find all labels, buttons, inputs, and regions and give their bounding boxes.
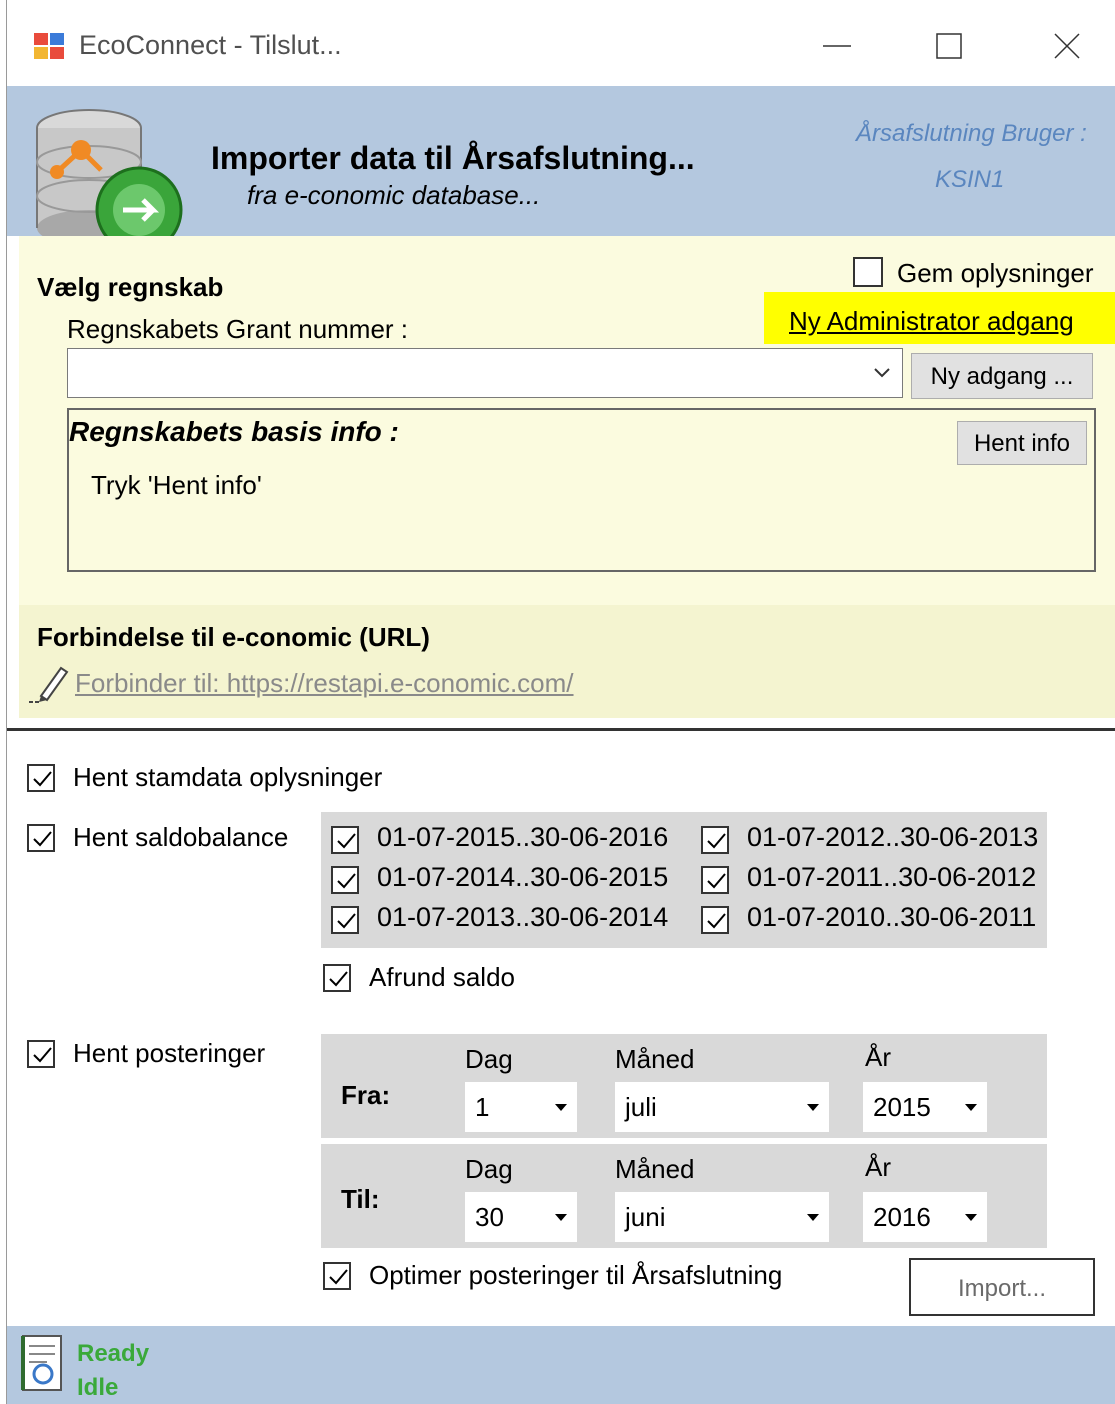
- postings-checkbox[interactable]: [27, 1040, 55, 1068]
- period-label: 01-07-2015..30-06-2016: [377, 822, 669, 852]
- page-subtitle: fra e-conomic database...: [247, 180, 541, 210]
- dropdown-arrow-icon: [555, 1214, 567, 1221]
- to-month-value: juni: [625, 1202, 666, 1232]
- grant-number-combobox[interactable]: [67, 348, 903, 398]
- grant-number-label: Regnskabets Grant nummer :: [67, 314, 409, 344]
- minimize-button[interactable]: [809, 22, 865, 70]
- admin-access-link[interactable]: Ny Administrator adgang: [789, 306, 1074, 337]
- from-year-header: År: [865, 1042, 891, 1072]
- status-icon: [19, 1332, 67, 1394]
- dropdown-arrow-icon: [807, 1214, 819, 1221]
- period-label: 01-07-2013..30-06-2014: [377, 902, 669, 932]
- from-year-value: 2015: [873, 1092, 931, 1122]
- to-month-select[interactable]: juni: [615, 1192, 829, 1242]
- chevron-down-icon: [872, 363, 892, 388]
- period-checkbox[interactable]: [331, 866, 359, 894]
- period-label: 01-07-2011..30-06-2012: [747, 862, 1037, 892]
- to-year-select[interactable]: 2016: [863, 1192, 987, 1242]
- pencil-icon: [27, 660, 71, 704]
- dropdown-arrow-icon: [555, 1104, 567, 1111]
- period-checkbox[interactable]: [701, 826, 729, 854]
- status-ready: Ready: [77, 1340, 150, 1367]
- to-day-select[interactable]: 30: [465, 1192, 577, 1242]
- period-label: 01-07-2012..30-06-2013: [747, 822, 1039, 852]
- period-checkbox[interactable]: [701, 906, 729, 934]
- masterdata-label: Hent stamdata oplysninger: [73, 762, 383, 792]
- user-label: Årsafslutning Bruger :: [856, 120, 1087, 147]
- basis-info-title: Regnskabets basis info :: [69, 416, 399, 447]
- dialog-window: EcoConnect - Tilslut... Importer data ti…: [6, 0, 1115, 1404]
- close-button[interactable]: [1039, 22, 1095, 70]
- optimize-label: Optimer posteringer til Årsafslutning: [369, 1260, 783, 1290]
- from-day-select[interactable]: 1: [465, 1082, 577, 1132]
- app-icon: [33, 32, 65, 60]
- maximize-button[interactable]: [921, 22, 977, 70]
- from-month-header: Måned: [615, 1044, 695, 1074]
- remember-checkbox[interactable]: [853, 257, 883, 287]
- masterdata-checkbox[interactable]: [27, 764, 55, 792]
- connection-url-link[interactable]: Forbinder til: https://restapi.e-conomic…: [75, 668, 574, 699]
- to-label: Til:: [341, 1184, 380, 1214]
- period-checkbox[interactable]: [331, 906, 359, 934]
- round-balance-checkbox[interactable]: [323, 964, 351, 992]
- fetch-info-button[interactable]: Hent info: [957, 421, 1087, 465]
- from-month-value: juli: [625, 1092, 657, 1122]
- postings-label: Hent posteringer: [73, 1038, 266, 1068]
- title-bar: EcoConnect - Tilslut...: [7, 0, 1115, 86]
- to-year-value: 2016: [873, 1202, 931, 1232]
- page-title: Importer data til Årsafslutning...: [211, 140, 695, 176]
- dropdown-arrow-icon: [807, 1104, 819, 1111]
- window-title: EcoConnect - Tilslut...: [79, 30, 342, 60]
- to-day-header: Dag: [465, 1154, 513, 1184]
- import-button[interactable]: Import...: [909, 1258, 1095, 1316]
- new-access-button[interactable]: Ny adgang ...: [911, 353, 1093, 399]
- status-bar: [7, 1326, 1115, 1404]
- from-year-select[interactable]: 2015: [863, 1082, 987, 1132]
- period-checkbox[interactable]: [701, 866, 729, 894]
- status-idle: Idle: [77, 1374, 119, 1401]
- separator-line: [7, 728, 1115, 731]
- round-balance-label: Afrund saldo: [369, 962, 515, 992]
- from-label: Fra:: [341, 1080, 391, 1110]
- period-label: 01-07-2010..30-06-2011: [747, 902, 1037, 932]
- period-label: 01-07-2014..30-06-2015: [377, 862, 669, 892]
- balance-label: Hent saldobalance: [73, 822, 289, 852]
- remember-label: Gem oplysninger: [897, 258, 1094, 288]
- from-day-header: Dag: [465, 1044, 513, 1074]
- period-checkbox[interactable]: [331, 826, 359, 854]
- basis-info-text: Tryk 'Hent info': [91, 470, 262, 500]
- to-month-header: Måned: [615, 1154, 695, 1184]
- balance-checkbox[interactable]: [27, 824, 55, 852]
- from-day-value: 1: [475, 1092, 490, 1122]
- connection-label: Forbindelse til e-conomic (URL): [37, 622, 430, 652]
- from-month-select[interactable]: juli: [615, 1082, 829, 1132]
- optimize-checkbox[interactable]: [323, 1262, 351, 1290]
- section-label-account: Vælg regnskab: [37, 272, 224, 302]
- user-value: KSIN1: [935, 166, 1005, 193]
- dropdown-arrow-icon: [965, 1104, 977, 1111]
- to-year-header: År: [865, 1152, 891, 1182]
- to-day-value: 30: [475, 1202, 504, 1232]
- dropdown-arrow-icon: [965, 1214, 977, 1221]
